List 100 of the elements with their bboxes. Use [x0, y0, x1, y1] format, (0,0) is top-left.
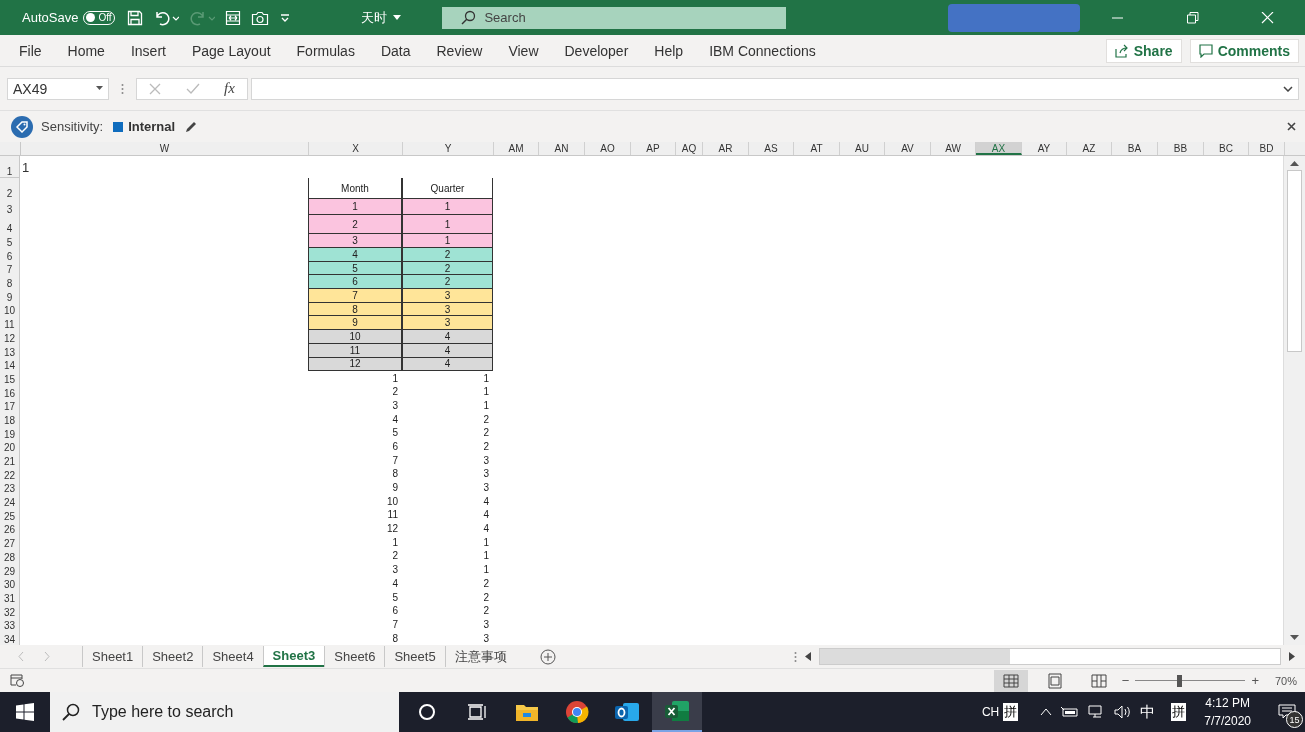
row-header[interactable]: 6 [0, 248, 20, 262]
ribbon-tab[interactable]: Data [367, 42, 424, 59]
share-button[interactable]: Share [1105, 38, 1182, 63]
scroll-left-icon[interactable] [805, 652, 811, 661]
drag-handle-icon[interactable] [121, 82, 124, 95]
column-header[interactable]: AM [494, 142, 539, 155]
close-icon[interactable] [1287, 122, 1296, 131]
column-header[interactable]: AV [885, 142, 931, 155]
clock[interactable]: 4:12 PM 7/7/2020 [1204, 694, 1251, 730]
view-button[interactable] [993, 669, 1028, 692]
expand-icon[interactable] [1283, 85, 1293, 92]
column-header[interactable]: BC [1204, 142, 1249, 155]
ribbon-tab[interactable]: IBM Connections [696, 42, 829, 59]
column-header[interactable]: BB [1158, 142, 1204, 155]
customize-icon[interactable] [278, 11, 291, 24]
row-header[interactable]: 15 [0, 371, 20, 385]
ribbon-tab[interactable]: Home [54, 42, 118, 59]
ribbon-tab[interactable]: Developer [551, 42, 642, 59]
check-icon[interactable] [185, 82, 200, 95]
ribbon-tab[interactable]: File [6, 42, 55, 59]
column-header[interactable]: AY [1022, 142, 1067, 155]
pencil-icon[interactable] [185, 120, 199, 133]
ribbon-tab[interactable]: Insert [117, 42, 179, 59]
sheet-tab[interactable]: 注意事项 [444, 646, 516, 667]
row-header[interactable]: 8 [0, 275, 20, 290]
ribbon-tab[interactable]: View [495, 42, 552, 59]
column-header[interactable]: X [309, 142, 403, 155]
column-header[interactable]: AU [840, 142, 885, 155]
name-box[interactable]: AX49 [7, 77, 109, 100]
insert-function-button[interactable]: fx [223, 80, 235, 97]
ribbon-tab[interactable]: Formulas [283, 42, 368, 59]
row-header[interactable]: 5 [0, 234, 20, 248]
row-header[interactable]: 1 [0, 156, 20, 178]
sheet-tab[interactable]: Sheet4 [202, 646, 263, 667]
save-icon[interactable] [126, 9, 143, 26]
column-header[interactable]: AS [749, 142, 794, 155]
ribbon-tab[interactable]: Review [423, 42, 496, 59]
sheet-tab[interactable]: Sheet5 [384, 646, 445, 667]
column-header[interactable]: AN [539, 142, 585, 155]
battery-icon[interactable] [1060, 706, 1081, 718]
sheet-tab[interactable]: Sheet3 [262, 646, 325, 667]
column-header[interactable]: W [21, 142, 309, 155]
search-field[interactable]: Search [482, 9, 787, 26]
row-header[interactable]: 28 [0, 549, 20, 563]
input-mode[interactable]: 中 [1140, 702, 1156, 722]
drag-handle-icon[interactable] [794, 650, 797, 663]
row-header[interactable]: 11 [0, 316, 20, 331]
row-header[interactable]: 34 [0, 631, 20, 645]
column-header[interactable]: BD [1249, 142, 1285, 155]
caret-icon[interactable] [392, 14, 401, 21]
scrollbar-thumb[interactable] [1287, 170, 1302, 352]
zoom-level[interactable]: 70% [1274, 674, 1297, 687]
scrollbar-thumb[interactable] [820, 649, 1010, 664]
sheet-tab[interactable]: Sheet2 [142, 646, 203, 667]
ribbon-tab[interactable]: Page Layout [178, 42, 284, 59]
sheet-tab[interactable]: Sheet1 [82, 646, 143, 667]
camera-icon[interactable] [250, 9, 269, 26]
ime-mode[interactable]: 拼 [1003, 703, 1019, 721]
chevron-up-icon[interactable] [1040, 708, 1053, 716]
scroll-down-icon[interactable] [1290, 635, 1299, 641]
ribbon-tab[interactable]: Help [641, 42, 697, 59]
form-icon[interactable] [224, 9, 241, 26]
search-box[interactable]: Search [442, 6, 787, 29]
row-header[interactable]: 31 [0, 590, 20, 604]
column-header[interactable]: AQ [676, 142, 703, 155]
row-header[interactable]: 4 [0, 215, 20, 234]
volume-icon[interactable] [1114, 705, 1133, 719]
row-header[interactable]: 24 [0, 494, 20, 509]
column-header[interactable]: AX [976, 142, 1022, 155]
cell-value: 3 [391, 398, 399, 413]
row-header[interactable]: 27 [0, 535, 20, 550]
comments-button[interactable]: Comments [1189, 38, 1299, 63]
row-header[interactable]: 2 [0, 178, 20, 199]
column-header[interactable]: AR [703, 142, 749, 155]
macro-icon[interactable] [10, 674, 25, 687]
row-header[interactable]: 9 [0, 289, 20, 303]
add-sheet-icon[interactable] [539, 648, 556, 665]
row-header[interactable]: 3 [0, 199, 20, 215]
zoom-in-button[interactable]: + [1245, 672, 1265, 689]
row-header[interactable]: 21 [0, 453, 20, 467]
taskbar-search-field[interactable]: Type here to search [90, 702, 384, 722]
zoom-slider-thumb[interactable] [1177, 674, 1183, 687]
row-header[interactable]: 22 [0, 467, 20, 481]
sheet-tab[interactable]: Sheet6 [324, 646, 385, 667]
column-header[interactable]: Y [403, 142, 494, 155]
row-header[interactable]: 12 [0, 330, 20, 344]
column-header[interactable]: AT [794, 142, 840, 155]
scroll-up-icon[interactable] [1290, 160, 1299, 166]
taskbar-search-box[interactable]: Type here to search [50, 692, 399, 732]
row-header[interactable]: 18 [0, 412, 20, 426]
column-header[interactable]: AP [631, 142, 676, 155]
column-header[interactable]: AO [585, 142, 631, 155]
input-language[interactable]: CH [981, 705, 1000, 719]
zoom-out-button[interactable]: − [1115, 672, 1136, 689]
column-header[interactable]: AZ [1067, 142, 1112, 155]
row-header[interactable]: 25 [0, 508, 20, 522]
column-header[interactable]: BA [1112, 142, 1158, 155]
formula-input[interactable] [251, 77, 1299, 100]
ime-mode[interactable]: 拼 [1171, 703, 1187, 721]
scroll-right-icon[interactable] [1289, 652, 1295, 661]
